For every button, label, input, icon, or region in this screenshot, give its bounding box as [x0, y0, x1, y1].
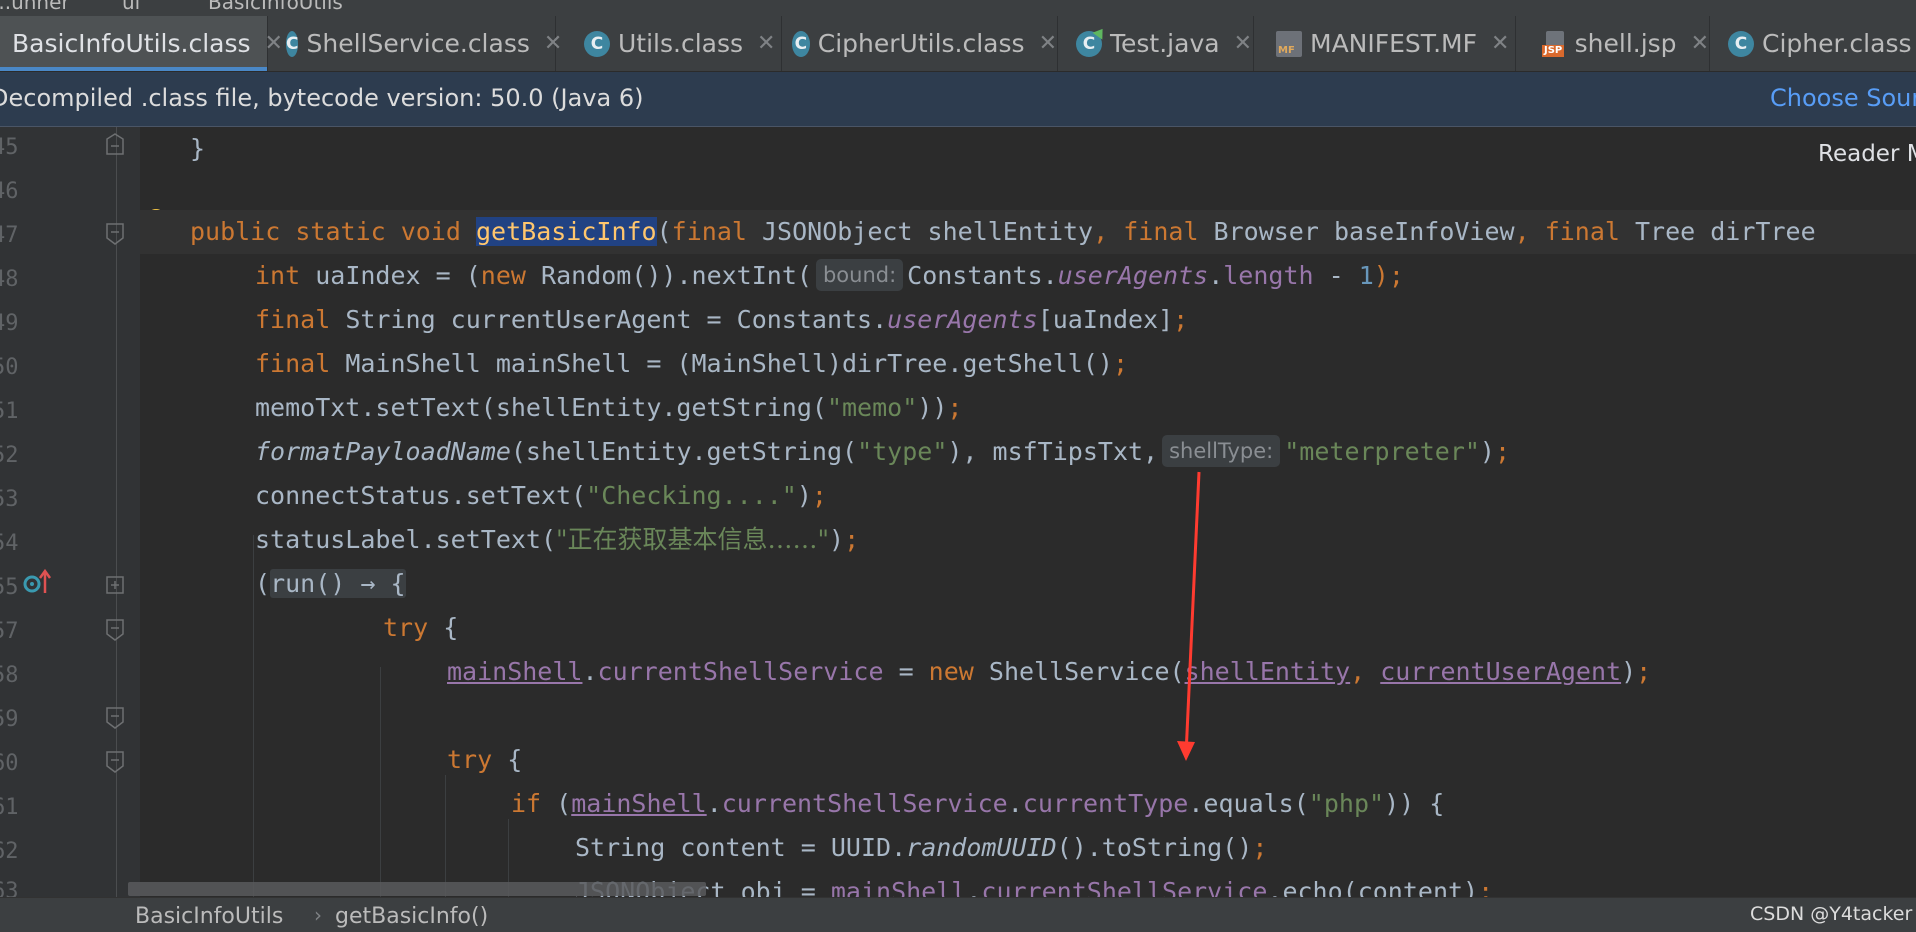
- indent-guide: [380, 667, 381, 897]
- code-line: mainShell.currentShellService = new Shel…: [447, 657, 1652, 686]
- parameter-hint: shellType:: [1162, 435, 1281, 467]
- tab-shellservice[interactable]: C ShellService.class ✕: [270, 16, 562, 71]
- tab-label: Cipher.class: [1762, 29, 1912, 58]
- tab-basicinfoutils[interactable]: BasicInfoUtils.class ✕: [0, 16, 283, 71]
- code-line: final String currentUserAgent = Constant…: [255, 305, 1189, 334]
- reader-mode-button[interactable]: Reader Mode: [1818, 141, 1916, 167]
- close-icon[interactable]: ✕: [757, 31, 775, 56]
- line-number: 60: [0, 751, 19, 776]
- line-number: 46: [0, 179, 19, 204]
- code-line: JSONObject obj = mainShell.currentShellS…: [575, 877, 1494, 897]
- java-run-icon: C: [1076, 24, 1108, 57]
- code-line: connectStatus.setText("Checking....");: [255, 481, 827, 510]
- line-number: 45: [0, 135, 19, 160]
- fold-expand-icon[interactable]: [106, 575, 124, 594]
- line-number: 57: [0, 619, 19, 644]
- code-line: try {: [383, 613, 459, 642]
- tab-label: ShellService.class: [306, 29, 530, 58]
- top-crumb-3[interactable]: BasicInfoUtils: [208, 0, 343, 14]
- fold-start-icon[interactable]: [106, 619, 124, 641]
- tab-cipher[interactable]: C Cipher.class: [1716, 16, 1916, 71]
- code-line: if (mainShell.currentShellService.curren…: [511, 789, 1445, 818]
- tab-label: BasicInfoUtils.class: [12, 29, 251, 58]
- tab-cipherutils[interactable]: C CipherUtils.class ✕: [780, 16, 1058, 71]
- tab-label: shell.jsp: [1574, 29, 1677, 58]
- code-line: formatPayloadName(shellEntity.getString(…: [255, 435, 1511, 467]
- breadcrumb-class[interactable]: BasicInfoUtils: [135, 904, 283, 929]
- line-number: 58: [0, 663, 19, 688]
- fold-start-icon[interactable]: [106, 751, 124, 773]
- decompiled-message: Decompiled .class file, bytecode version…: [0, 84, 644, 112]
- line-number: 63: [0, 879, 19, 897]
- code-line: memoTxt.setText(shellEntity.getString("m…: [255, 393, 963, 422]
- code-line-current: public static void getBasicInfo(final JS…: [140, 210, 1916, 254]
- tab-label: Utils.class: [618, 29, 744, 58]
- fold-start-icon[interactable]: [106, 707, 124, 729]
- breadcrumb-separator: ›: [314, 903, 322, 927]
- editor-tab-bar: BasicInfoUtils.class ✕ C ShellService.cl…: [0, 16, 1916, 72]
- close-icon[interactable]: ✕: [1234, 31, 1252, 56]
- class-file-icon: C: [286, 30, 299, 57]
- line-number: 53: [0, 487, 19, 512]
- top-crumb-1[interactable]: ...unner: [0, 0, 70, 14]
- choose-sources-link[interactable]: Choose Sources...: [1770, 84, 1916, 112]
- parameter-hint: bound:: [815, 259, 904, 291]
- decompiled-notification-bar: Decompiled .class file, bytecode version…: [0, 72, 1916, 127]
- line-number: 47: [0, 223, 19, 248]
- fold-start-icon[interactable]: [106, 223, 124, 245]
- tab-shell-jsp[interactable]: JSP shell.jsp ✕: [1530, 16, 1710, 71]
- close-icon[interactable]: ✕: [1491, 31, 1509, 56]
- status-breadcrumb-bar: BasicInfoUtils › getBasicInfo() CSDN @Y4…: [0, 897, 1916, 932]
- tab-manifest[interactable]: MF MANIFEST.MF ✕: [1264, 16, 1516, 71]
- top-breadcrumb: ...unner ui BasicInfoUtils: [0, 0, 1916, 16]
- code-line: statusLabel.setText("正在获取基本信息……");: [255, 525, 860, 554]
- line-number: 52: [0, 443, 19, 468]
- watermark: CSDN @Y4tacker: [1750, 903, 1913, 925]
- code-line: }: [190, 134, 206, 163]
- line-number: 55: [0, 575, 19, 600]
- tab-label: Test.java: [1110, 29, 1220, 58]
- breadcrumb-method[interactable]: getBasicInfo(): [335, 904, 488, 929]
- line-number: 54: [0, 531, 19, 556]
- fold-end-icon[interactable]: [106, 133, 124, 155]
- close-icon[interactable]: ✕: [1691, 31, 1709, 56]
- tab-utils[interactable]: C Utils.class ✕: [568, 16, 782, 71]
- jsp-file-icon: JSP: [1542, 30, 1567, 57]
- code-line: int uaIndex = (new Random()).nextInt(bou…: [255, 259, 1404, 291]
- class-file-icon: C: [792, 30, 810, 57]
- close-icon[interactable]: ✕: [544, 31, 562, 56]
- indent-guide: [445, 775, 446, 897]
- code-line: (run() → {: [255, 569, 406, 598]
- manifest-file-icon: MF: [1276, 30, 1302, 57]
- class-file-icon: C: [584, 30, 610, 57]
- top-crumb-2[interactable]: ui: [122, 0, 140, 14]
- indent-guide: [253, 535, 254, 897]
- code-line: final MainShell mainShell = (MainShell)d…: [255, 349, 1128, 378]
- close-icon[interactable]: ✕: [1039, 31, 1057, 56]
- code-line: String content = UUID.randomUUID().toStr…: [575, 833, 1268, 862]
- class-file-icon: C: [1728, 30, 1754, 57]
- selected-method-name: getBasicInfo: [475, 217, 657, 246]
- line-number: 62: [0, 839, 19, 864]
- collapsed-lambda[interactable]: run() → {: [270, 569, 406, 598]
- tab-test-java[interactable]: C Test.java ✕: [1064, 16, 1254, 71]
- code-editor[interactable]: 45 46 47 48 49 50 51 52 53 54 55 57 58 5…: [0, 127, 1916, 897]
- horizontal-scrollbar[interactable]: [128, 882, 706, 896]
- line-number: 49: [0, 311, 19, 336]
- line-number: 61: [0, 795, 19, 820]
- tab-label: MANIFEST.MF: [1310, 29, 1477, 58]
- line-number: 51: [0, 399, 19, 424]
- line-number: 48: [0, 267, 19, 292]
- implements-marker-icon[interactable]: [22, 567, 52, 597]
- line-number: 59: [0, 707, 19, 732]
- tab-label: CipherUtils.class: [817, 29, 1025, 58]
- line-number: 50: [0, 355, 19, 380]
- code-line: try {: [447, 745, 523, 774]
